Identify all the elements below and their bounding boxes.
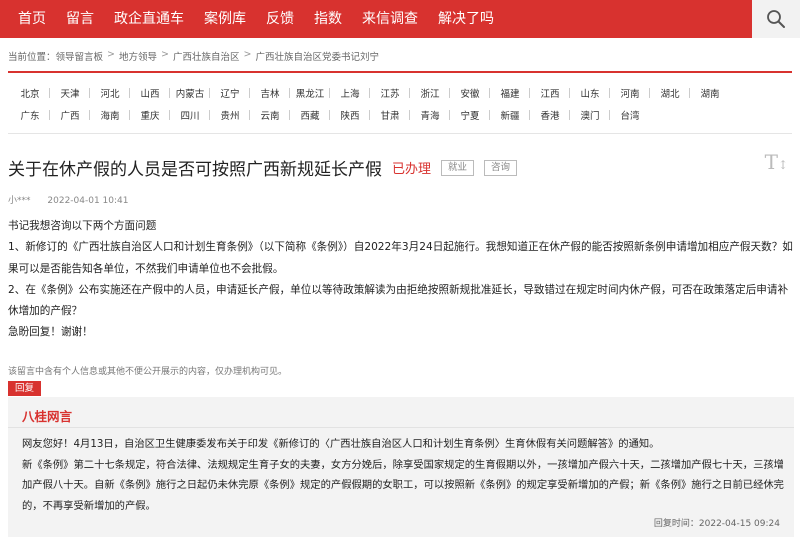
page-title: 关于在休产假的人员是否可按照广西新规延长产假 <box>8 160 382 180</box>
nav-item-index[interactable]: 指数 <box>304 0 352 38</box>
region-link[interactable]: 西藏 <box>290 108 330 122</box>
tag-consult[interactable]: 咨询 <box>484 159 518 176</box>
region-link[interactable]: 浙江 <box>410 86 450 100</box>
nav-menu: 首页 留言 政企直通车 案例库 反馈 指数 来信调查 解决了吗 <box>0 0 504 38</box>
privacy-note: 该留言中含有个人信息或其他不便公开展示的内容，仅办理机构可见。 <box>8 367 288 377</box>
breadcrumb-label: 当前位置： <box>8 52 56 63</box>
region-link[interactable]: 陕西 <box>330 108 370 122</box>
font-size-toggle[interactable]: T↕ <box>765 150 788 174</box>
region-link[interactable]: 湖南 <box>690 86 730 100</box>
reply-time-value: 2022-04-15 09:24 <box>698 519 780 529</box>
breadcrumb-item-guangxi[interactable]: 广西壮族自治区 <box>173 49 240 63</box>
nav-item-survey[interactable]: 来信调查 <box>352 0 428 38</box>
region-link[interactable]: 海南 <box>90 108 130 122</box>
nav-item-solved[interactable]: 解决了吗 <box>428 0 504 38</box>
region-link[interactable]: 辽宁 <box>210 86 250 100</box>
region-link[interactable]: 云南 <box>250 108 290 122</box>
region-link[interactable]: 重庆 <box>130 108 170 122</box>
reply-paragraph: 网友您好！4月13日，自治区卫生健康委发布关于印发《新修订的〈广西壮族自治区人口… <box>22 438 660 450</box>
message-header: 关于在休产假的人员是否可按照广西新规延长产假 已办理 就业 咨询 <box>8 155 518 180</box>
region-link[interactable]: 贵州 <box>210 108 250 122</box>
message-paragraph: 1、新修订的《广西壮族自治区人口和计划生育条例》（以下简称《条例》）自2022年… <box>8 241 793 275</box>
breadcrumb-separator: > <box>107 49 115 60</box>
nav-item-cases[interactable]: 案例库 <box>194 0 256 38</box>
region-link[interactable]: 黑龙江 <box>290 86 330 100</box>
search-icon <box>767 10 785 28</box>
message-meta: 小*** 2022-04-01 10:41 <box>8 193 129 206</box>
region-link[interactable]: 山东 <box>570 86 610 100</box>
region-link[interactable]: 吉林 <box>250 86 290 100</box>
message-body: 书记我想咨询以下两个方面问题 1、新修订的《广西壮族自治区人口和计划生育条例》（… <box>8 216 794 344</box>
message-time: 2022-04-01 10:41 <box>47 196 129 206</box>
status-badge: 已办理 <box>392 162 432 177</box>
region-link[interactable]: 福建 <box>490 86 530 100</box>
region-link[interactable]: 安徽 <box>450 86 490 100</box>
breadcrumb-item-board[interactable]: 领导留言板 <box>56 49 104 63</box>
message-paragraph: 急盼回复！谢谢！ <box>8 326 93 339</box>
region-link[interactable]: 上海 <box>330 86 370 100</box>
region-link[interactable]: 香港 <box>530 108 570 122</box>
nav-item-feedback[interactable]: 反馈 <box>256 0 304 38</box>
region-link[interactable]: 宁夏 <box>450 108 490 122</box>
region-link[interactable]: 江苏 <box>370 86 410 100</box>
reply-tab: 回复 <box>8 381 42 396</box>
message-paragraph: 书记我想咨询以下两个方面问题 <box>8 220 157 232</box>
region-link[interactable]: 天津 <box>50 86 90 100</box>
search-button[interactable] <box>752 0 800 38</box>
region-link[interactable]: 四川 <box>170 108 210 122</box>
region-link[interactable]: 湖北 <box>650 86 690 100</box>
breadcrumb-item-local-leaders[interactable]: 地方领导 <box>119 49 157 63</box>
reply-paragraph: 新《条例》第二十七条规定，符合法律、法规规定生育子女的夫妻，女方分娩后，除享受国… <box>22 458 784 512</box>
nav-item-home[interactable]: 首页 <box>0 0 56 38</box>
region-link[interactable]: 新疆 <box>490 108 530 122</box>
section-divider <box>8 71 792 73</box>
region-row: 广东 广西 海南 重庆 四川 贵州 云南 西藏 陕西 甘肃 青海 宁夏 新疆 香港 澳门 台湾 <box>10 104 790 126</box>
reply-divider <box>8 427 794 428</box>
breadcrumb: 当前位置： 领导留言板 > 地方领导 > 广西壮族自治区 > 广西壮族自治区党委… <box>8 49 379 63</box>
reply-box: 八桂网言 网友您好！4月13日，自治区卫生健康委发布关于印发《新修订的〈广西壮族… <box>8 397 794 537</box>
region-link[interactable]: 澳门 <box>570 108 610 122</box>
nav-item-enterprise[interactable]: 政企直通车 <box>104 0 194 38</box>
reply-org-name: 八桂网言 <box>22 409 73 424</box>
region-link[interactable]: 河南 <box>610 86 650 100</box>
breadcrumb-separator: > <box>161 49 169 60</box>
region-link[interactable]: 青海 <box>410 108 450 122</box>
region-link[interactable]: 广西 <box>50 108 90 122</box>
region-link[interactable]: 内蒙古 <box>170 86 210 100</box>
nav-item-messages[interactable]: 留言 <box>56 0 104 38</box>
region-link[interactable]: 台湾 <box>610 108 650 122</box>
region-divider <box>8 133 792 134</box>
reply-body: 网友您好！4月13日，自治区卫生健康委发布关于印发《新修订的〈广西壮族自治区人口… <box>22 434 790 516</box>
region-link[interactable]: 广东 <box>10 108 50 122</box>
breadcrumb-separator: > <box>243 49 252 60</box>
reply-time: 回复时间：2022-04-15 09:24 <box>654 516 780 529</box>
message-paragraph: 2、在《条例》公布实施还在产假中的人员，申请延长产假，单位以等待政策解读为由拒绝… <box>8 283 789 318</box>
breadcrumb-item-secretary[interactable]: 广西壮族自治区党委书记刘宁 <box>255 49 379 63</box>
reply-time-label: 回复时间： <box>653 519 699 529</box>
font-size-icon: T <box>764 150 778 174</box>
author-name: 小*** <box>8 196 31 206</box>
region-selector: 北京 天津 河北 山西 内蒙古 辽宁 吉林 黑龙江 上海 江苏 浙江 安徽 福建 江西 山东 河南 湖北 湖南 广… <box>10 82 790 126</box>
region-link[interactable]: 河北 <box>90 86 130 100</box>
tag-employment[interactable]: 就业 <box>441 159 475 176</box>
region-link[interactable]: 江西 <box>530 86 570 100</box>
region-link[interactable]: 甘肃 <box>370 108 410 122</box>
region-row: 北京 天津 河北 山西 内蒙古 辽宁 吉林 黑龙江 上海 江苏 浙江 安徽 福建 江西 山东 河南 湖北 湖南 <box>10 82 790 104</box>
region-link[interactable]: 山西 <box>130 86 170 100</box>
region-link[interactable]: 北京 <box>10 86 50 100</box>
top-nav-bar: 首页 留言 政企直通车 案例库 反馈 指数 来信调查 解决了吗 <box>0 0 800 38</box>
